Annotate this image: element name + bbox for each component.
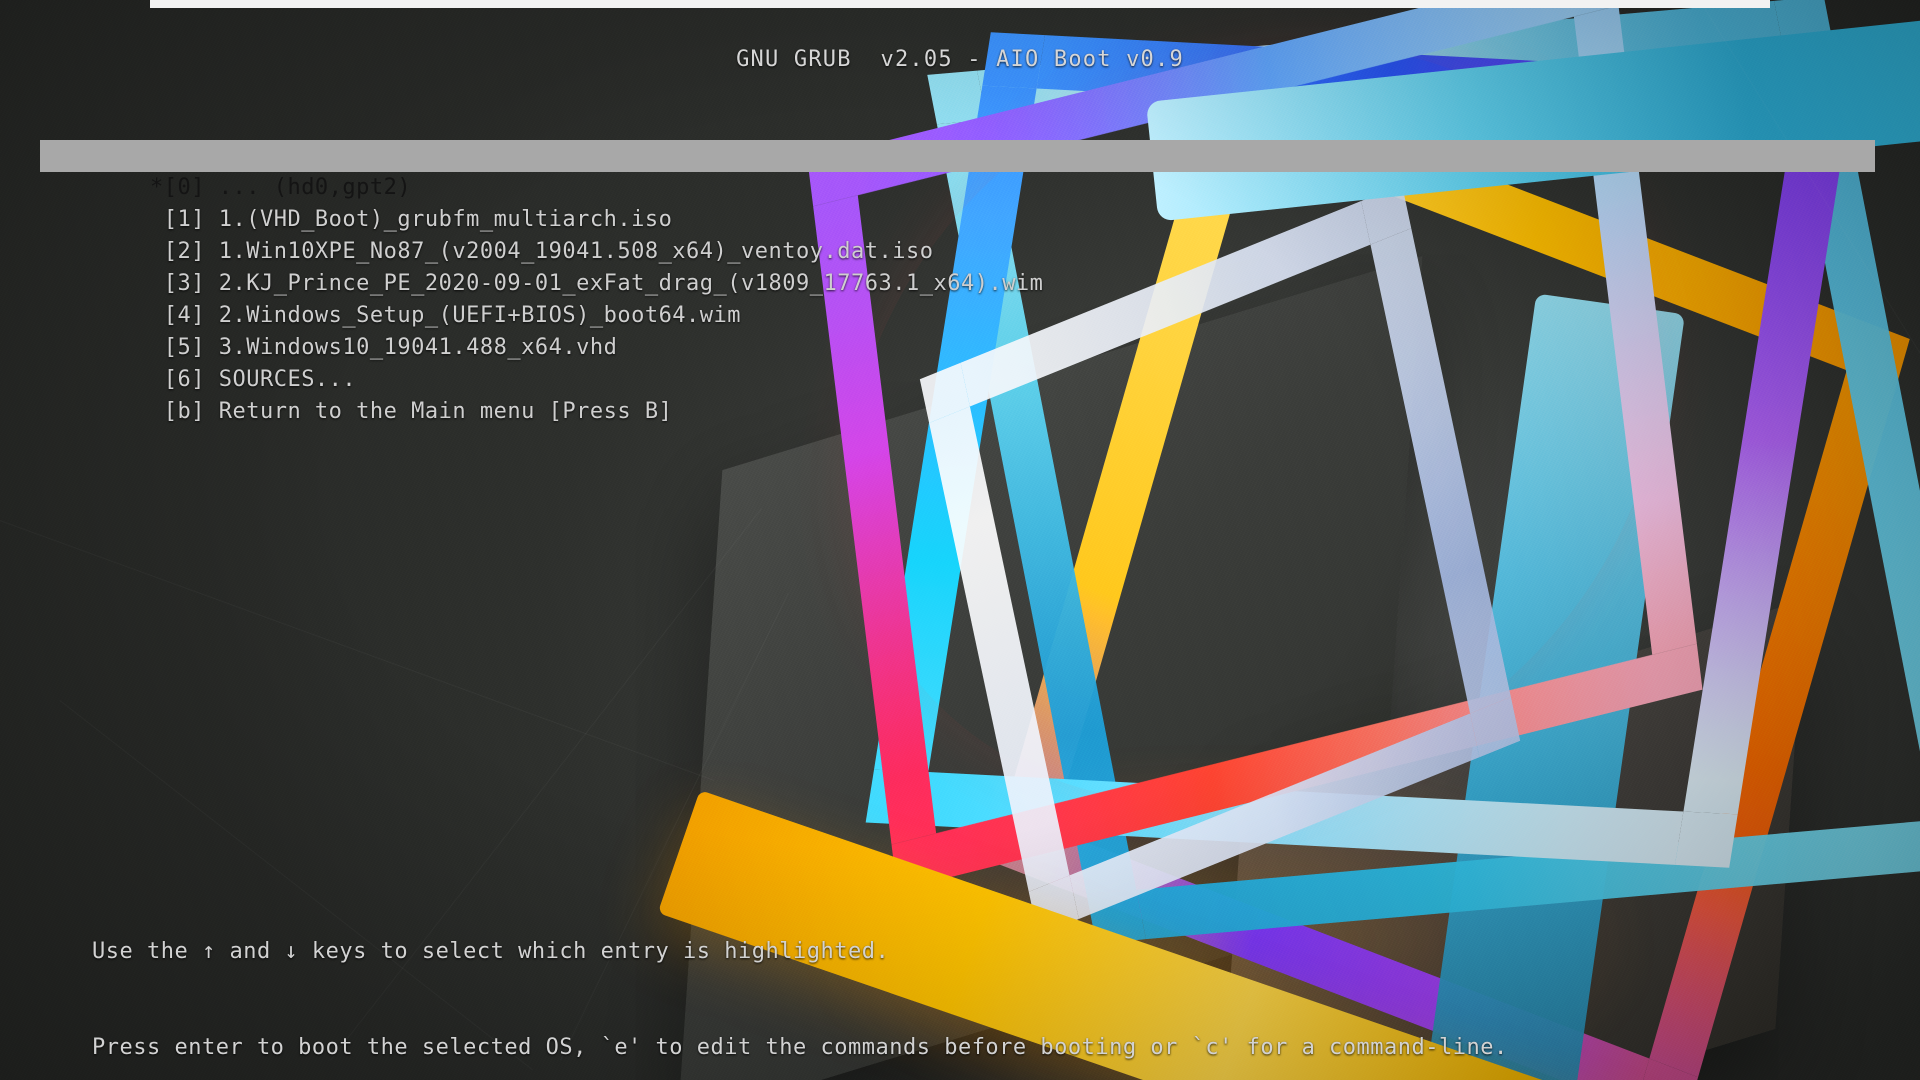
menu-entry-marker	[150, 367, 164, 392]
menu-entry-spacer	[205, 367, 219, 392]
menu-entry-marker	[150, 271, 164, 296]
grub-text-layer: GNU GRUB v2.05 - AIO Boot v0.9 *[0] ... …	[0, 0, 1920, 1080]
menu-entry-marker	[150, 303, 164, 328]
menu-entry-label: 3.Windows10_19041.488_x64.vhd	[218, 335, 618, 360]
menu-entry-label: SOURCES...	[218, 367, 357, 392]
help-line-navigation: Use the ↑ and ↓ keys to select which ent…	[92, 939, 890, 964]
menu-entry-key: [0]	[163, 175, 205, 200]
menu-entry-marker	[150, 239, 164, 264]
grub-help-text: Use the ↑ and ↓ keys to select which ent…	[92, 872, 1508, 1080]
menu-entry-marker: *	[149, 175, 164, 200]
menu-entry-label: 1.Win10XPE_No87_(v2004_19041.508_x64)_ve…	[218, 239, 934, 264]
menu-entry-marker	[150, 335, 164, 360]
menu-entry-key: [6]	[163, 367, 205, 392]
menu-entry-spacer	[205, 271, 219, 296]
menu-entry-label: 1.(VHD_Boot)_grubfm_multiarch.iso	[218, 207, 673, 232]
menu-entry-spacer	[205, 303, 219, 328]
menu-entry-key: [b]	[163, 399, 205, 424]
menu-entry-marker	[150, 399, 164, 424]
menu-entry-marker	[150, 207, 164, 232]
menu-entry-spacer	[205, 207, 219, 232]
menu-entry-key: [2]	[163, 239, 205, 264]
grub-menu-list[interactable]: *[0] ... (hd0,gpt2) [1] 1.(VHD_Boot)_gru…	[40, 140, 1875, 424]
menu-entry-key: [4]	[163, 303, 205, 328]
menu-entry-key: [5]	[163, 335, 205, 360]
grub-boot-screen: GNU GRUB v2.05 - AIO Boot v0.9 *[0] ... …	[0, 0, 1920, 1080]
menu-entry-label: 2.KJ_Prince_PE_2020-09-01_exFat_drag_(v1…	[218, 271, 1044, 296]
menu-entry-spacer	[205, 239, 219, 264]
help-line-boot-commands: Press enter to boot the selected OS, `e'…	[92, 1035, 1508, 1060]
menu-entry-key: [1]	[163, 207, 205, 232]
grub-title: GNU GRUB v2.05 - AIO Boot v0.9	[736, 47, 1184, 72]
menu-entry-0[interactable]: *[0] ... (hd0,gpt2)	[40, 140, 1875, 200]
top-white-strip	[150, 0, 1770, 8]
menu-entry-label: ... (hd0,gpt2)	[218, 175, 412, 200]
menu-entry-label: Return to the Main menu [Press B]	[218, 399, 673, 424]
menu-entry-spacer	[205, 175, 219, 200]
menu-entry-key: [3]	[163, 271, 205, 296]
menu-entry-label: 2.Windows_Setup_(UEFI+BIOS)_boot64.wim	[218, 303, 742, 328]
menu-entry-spacer	[205, 399, 219, 424]
menu-entry-spacer	[205, 335, 219, 360]
